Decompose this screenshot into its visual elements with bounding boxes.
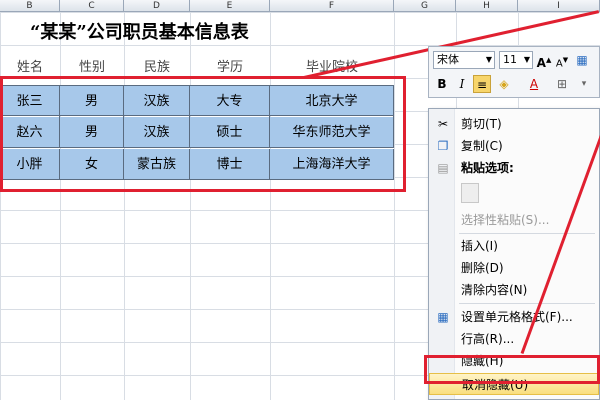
grow-font-label: A — [536, 56, 546, 70]
copy-icon: ❐ — [437, 139, 449, 153]
grow-font-button[interactable]: A▲ — [535, 51, 553, 70]
menu-separator — [459, 233, 595, 234]
font-size-box[interactable]: 11 ▼ — [499, 51, 533, 69]
menu-item-insert[interactable]: 插入(I) — [429, 235, 599, 257]
fill-color-icon[interactable]: ◈ — [495, 75, 513, 93]
menu-label-copy: 复制(C) — [461, 139, 503, 153]
column-header-g[interactable]: G — [394, 0, 456, 12]
menu-item-format-cells[interactable]: ▦ 设置单元格格式(F)... — [429, 306, 599, 328]
mini-toolbar: 宋体 ▼ 11 ▼ A▲ A▼ ▦ B I ≡ ◈ A ⊞ ▾ — [428, 46, 600, 98]
more-icon[interactable]: ▾ — [575, 75, 593, 93]
column-header-b[interactable]: B — [0, 0, 60, 12]
font-size-value: 11 — [503, 53, 517, 66]
grid-divider — [394, 12, 395, 400]
annotation-box-unhide — [424, 355, 600, 384]
shrink-font-label: A — [555, 58, 563, 70]
menu-item-clear[interactable]: 清除内容(N) — [429, 279, 599, 301]
column-header-d[interactable]: D — [124, 0, 190, 12]
column-header-i[interactable]: I — [518, 0, 600, 12]
clipboard-icon — [461, 183, 479, 203]
format-cells-icon: ▦ — [437, 310, 449, 324]
annotation-box — [0, 76, 406, 192]
format-painter-icon[interactable]: ▦ — [573, 51, 591, 69]
column-header-h[interactable]: H — [456, 0, 518, 12]
menu-label-cut: 剪切(T) — [461, 117, 502, 131]
menu-item-copy[interactable]: ❐ 复制(C) — [429, 135, 599, 157]
menu-label-format-cells: 设置单元格格式(F)... — [461, 310, 573, 324]
align-center-icon[interactable]: ≡ — [473, 75, 491, 93]
menu-item-paste-options: ▤ 粘贴选项: — [429, 157, 599, 179]
menu-item-cut[interactable]: ✂ 剪切(T) — [429, 113, 599, 135]
column-header-c[interactable]: C — [60, 0, 124, 12]
border-icon[interactable]: ⊞ — [553, 75, 571, 93]
font-color-button[interactable]: A — [525, 75, 543, 93]
bold-button[interactable]: B — [433, 75, 451, 93]
menu-item-delete[interactable]: 删除(D) — [429, 257, 599, 279]
menu-item-row-height[interactable]: 行高(R)... — [429, 328, 599, 350]
column-header-f[interactable]: F — [270, 0, 394, 12]
column-header-bar: B C D E F G H I — [0, 0, 600, 12]
italic-button[interactable]: I — [453, 75, 471, 93]
menu-label-paste-options: 粘贴选项: — [461, 161, 514, 175]
menu-separator — [459, 303, 595, 304]
paste-icon: ▤ — [437, 161, 449, 175]
chevron-down-icon: ▼ — [523, 55, 530, 64]
shrink-font-button[interactable]: A▼ — [553, 51, 571, 69]
scissors-icon: ✂ — [437, 117, 449, 131]
chevron-down-icon: ▼ — [485, 55, 492, 64]
font-name-box[interactable]: 宋体 ▼ — [433, 51, 495, 69]
sheet-title[interactable]: “某某”公司职员基本信息表 — [30, 18, 330, 44]
column-header-e[interactable]: E — [190, 0, 270, 12]
menu-item-paste-icon-row[interactable] — [429, 181, 599, 207]
font-name-value: 宋体 — [437, 53, 459, 66]
